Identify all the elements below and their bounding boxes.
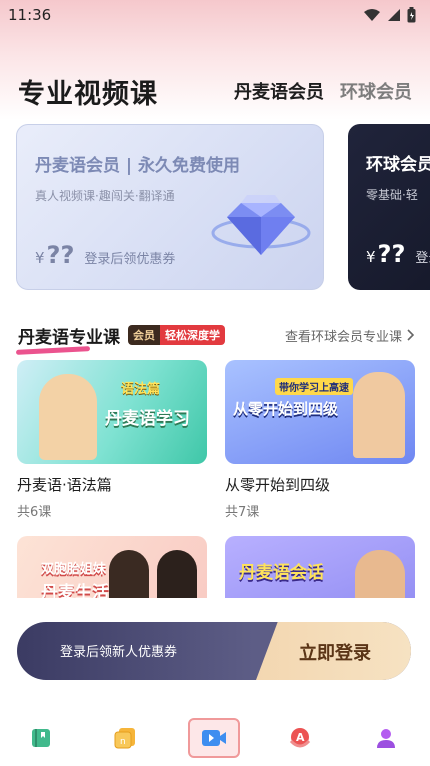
thumb-title: 从零开始到四级: [233, 400, 339, 418]
course-card[interactable]: 丹麦语学习 语法篇 丹麦语·语法篇 共6课: [17, 360, 207, 520]
member-badge: 会员 轻松深度学: [128, 325, 225, 345]
global-member-banner[interactable]: 环球会员 零基础·轻 ¥ ?? 登录: [348, 124, 430, 290]
tab-danish-member[interactable]: 丹麦语会员: [234, 78, 324, 104]
course-person-image: [157, 550, 197, 598]
login-promo-bar: 登录后领新人优惠券 立即登录: [17, 622, 411, 680]
status-bar: 11:36: [0, 0, 430, 30]
course-count: 共6课: [17, 505, 52, 520]
badge-member: 会员: [128, 325, 160, 345]
book-icon: [32, 729, 50, 747]
thumb-title: 丹麦语学习: [105, 409, 190, 429]
letter-a-icon: A: [289, 728, 311, 748]
thumb-title: 丹麦语会话: [239, 563, 324, 583]
banner-title: 环球会员: [366, 155, 430, 175]
status-icons: [363, 7, 416, 23]
page-title: 专业视频课: [18, 78, 158, 110]
profile-icon: [377, 729, 395, 748]
price-note: 登录: [415, 251, 430, 266]
wifi-icon: [364, 9, 380, 21]
thumb-subtitle: 双胞胎姐妹: [41, 562, 107, 577]
price-value: ??: [377, 240, 406, 268]
section-title: 丹麦语专业课: [18, 323, 120, 348]
course-card[interactable]: 双胞胎姐妹 丹麦生活: [17, 536, 207, 598]
price-value: ??: [46, 241, 75, 269]
course-thumbnail: 丹麦语会话: [225, 536, 415, 598]
page-header: 专业视频课 丹麦语会员 环球会员: [18, 70, 412, 112]
nav-item-cards[interactable]: n: [100, 718, 152, 758]
see-more-link[interactable]: 查看环球会员专业课: [285, 326, 414, 345]
nav-item-profile[interactable]: [360, 718, 412, 758]
video-icon: [202, 730, 226, 746]
banner-title: 丹麦语会员 | 永久免费使用: [35, 156, 241, 176]
login-button[interactable]: 立即登录: [299, 639, 371, 665]
login-hint: 登录后领新人优惠券: [60, 645, 178, 660]
price-note: 登录后领优惠券: [84, 252, 176, 267]
membership-tabs: 丹麦语会员 环球会员: [234, 78, 412, 104]
course-thumbnail: 从零开始到四级 带你学习上高速: [225, 360, 415, 464]
course-thumbnail: 丹麦语学习 语法篇: [17, 360, 207, 464]
banner-price: ¥ ?? 登录: [366, 240, 430, 268]
signal-icon: [388, 9, 400, 21]
course-section-header: 丹麦语专业课 会员 轻松深度学 查看环球会员专业课: [18, 322, 414, 348]
bottom-navigation: n A: [0, 706, 430, 766]
course-person-image: [109, 550, 149, 598]
nav-item-letter[interactable]: A: [274, 718, 326, 758]
membership-banner-carousel[interactable]: 丹麦语会员 | 永久免费使用 真人视频课·趣闯关·翻译通 ¥ ?? 登录后领优惠…: [16, 124, 430, 292]
thumb-subtitle: 语法篇: [121, 382, 161, 397]
nav-item-book[interactable]: [15, 718, 67, 758]
banner-price: ¥ ?? 登录后领优惠券: [35, 241, 175, 269]
see-more-label: 查看环球会员专业课: [284, 329, 402, 345]
svg-text:n: n: [120, 737, 126, 747]
course-card[interactable]: 丹麦语会话: [225, 536, 415, 598]
nav-item-video[interactable]: [188, 718, 240, 758]
price-symbol: ¥: [366, 248, 376, 266]
tab-global-member[interactable]: 环球会员: [340, 78, 412, 104]
diamond-icon: [211, 195, 311, 255]
battery-icon: [407, 7, 416, 23]
chevron-right-icon: [407, 329, 414, 341]
course-person-image: [353, 372, 405, 458]
course-card[interactable]: 从零开始到四级 带你学习上高速 从零开始到四级 共7课: [225, 360, 415, 520]
banner-subtitle: 零基础·轻: [366, 188, 418, 202]
status-time: 11:36: [8, 6, 52, 24]
course-thumbnail: 双胞胎姐妹 丹麦生活: [17, 536, 207, 598]
banner-subtitle: 真人视频课·趣闯关·翻译通: [35, 189, 175, 203]
thumb-subtitle: 带你学习上高速: [275, 378, 353, 395]
course-name: 丹麦语·语法篇: [17, 476, 112, 494]
thumb-title: 丹麦生活: [41, 583, 109, 598]
course-person-image: [39, 374, 97, 460]
svg-text:A: A: [296, 731, 305, 744]
course-person-image: [355, 550, 405, 598]
price-symbol: ¥: [35, 249, 45, 267]
badge-tag: 轻松深度学: [160, 325, 225, 345]
course-name: 从零开始到四级: [225, 476, 331, 494]
course-count: 共7课: [225, 505, 260, 520]
cards-icon: n: [114, 728, 135, 749]
danish-member-banner[interactable]: 丹麦语会员 | 永久免费使用 真人视频课·趣闯关·翻译通 ¥ ?? 登录后领优惠…: [16, 124, 324, 290]
